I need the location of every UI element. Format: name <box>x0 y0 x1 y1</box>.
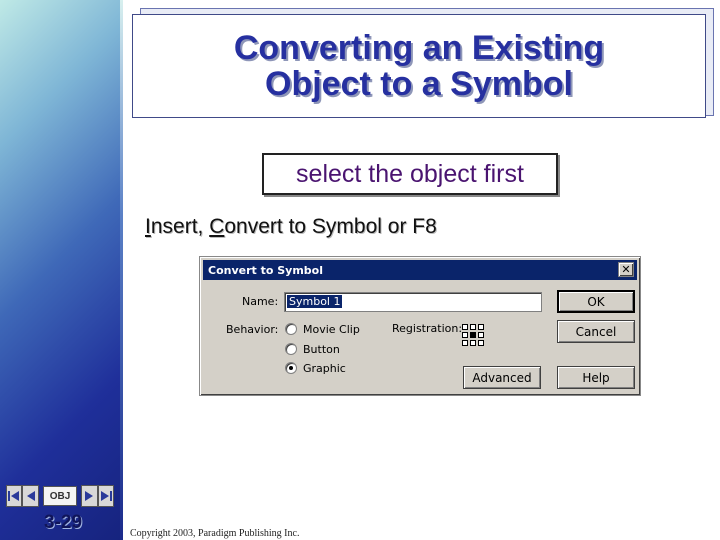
obj-button[interactable]: OBJ <box>42 486 78 506</box>
reg-point-ml[interactable] <box>462 332 468 338</box>
left-gradient-strip <box>0 0 122 540</box>
prev-page-icon[interactable] <box>22 485 39 507</box>
copyright-text: Copyright 2003, Paradigm Publishing Inc. <box>130 528 300 539</box>
reg-point-br[interactable] <box>478 340 484 346</box>
slide-title: Converting an Existing Object to a Symbo… <box>132 14 706 118</box>
symbol-name-value: Symbol 1 <box>287 295 343 308</box>
convert-mnemonic: C <box>209 215 225 238</box>
reg-point-tc[interactable] <box>470 324 476 330</box>
advanced-button[interactable]: Advanced <box>463 366 541 389</box>
ok-button[interactable]: OK <box>557 290 635 313</box>
radio-graphic[interactable] <box>285 362 297 374</box>
symbol-name-input[interactable]: Symbol 1 <box>284 292 542 312</box>
convert-rest: onvert to Symbol or F8 <box>224 215 437 238</box>
reg-point-bl[interactable] <box>462 340 468 346</box>
cancel-button[interactable]: Cancel <box>557 320 635 343</box>
instruction-separator: , <box>197 215 210 238</box>
last-page-icon[interactable] <box>97 485 115 507</box>
name-label: Name: <box>242 295 279 308</box>
registration-grid[interactable] <box>462 324 484 346</box>
insert-rest: nsert <box>150 215 198 238</box>
convert-to-symbol-dialog: Convert to Symbol ✕ Name: Symbol 1 Behav… <box>199 256 641 396</box>
title-line-1: Converting an Existing <box>233 29 605 67</box>
radio-button[interactable] <box>285 343 297 355</box>
slide-navigation: OBJ <box>6 485 115 507</box>
dialog-title: Convert to Symbol <box>208 263 324 277</box>
reg-point-bc[interactable] <box>470 340 476 346</box>
radio-movie-clip-label: Movie Clip <box>303 323 360 336</box>
help-button[interactable]: Help <box>557 366 635 389</box>
instruction-text: Insert, Convert to Symbol or F8 <box>145 215 437 239</box>
radio-movie-clip[interactable] <box>285 323 297 335</box>
subtitle-box: select the object first <box>262 153 558 195</box>
first-page-icon[interactable] <box>6 485 23 507</box>
radio-button-label: Button <box>303 343 340 356</box>
registration-label: Registration: <box>392 322 463 335</box>
close-button[interactable]: ✕ <box>618 262 634 277</box>
behavior-label: Behavior: <box>226 323 279 336</box>
title-line-2: Object to a Symbol <box>265 65 573 103</box>
reg-point-tr[interactable] <box>478 324 484 330</box>
reg-point-tl[interactable] <box>462 324 468 330</box>
reg-point-center[interactable] <box>470 332 476 338</box>
next-page-icon[interactable] <box>81 485 98 507</box>
radio-graphic-label: Graphic <box>303 362 346 375</box>
slide-number: 3-29 <box>44 512 83 533</box>
dialog-titlebar: Convert to Symbol ✕ <box>203 260 637 280</box>
strip-edge <box>120 0 123 540</box>
reg-point-mr[interactable] <box>478 332 484 338</box>
